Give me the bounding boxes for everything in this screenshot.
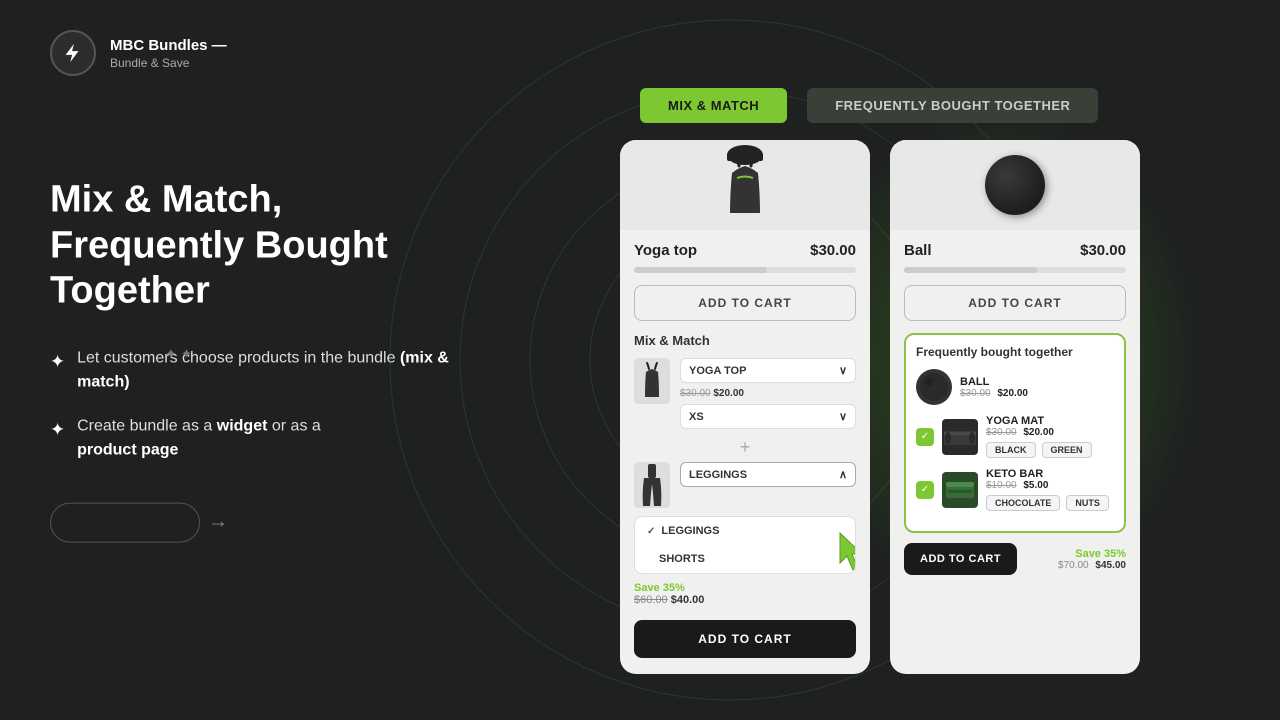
fbt-yoga-mat-img <box>942 419 978 455</box>
fbt-card: Ball $30.00 ADD TO CART Frequently bough… <box>890 140 1140 674</box>
ball-progress-fill <box>904 267 1037 273</box>
cursor-arrow-svg <box>825 528 856 573</box>
tab-mix-match[interactable]: MIX & MATCH <box>640 88 787 123</box>
arrow-pill <box>50 502 200 542</box>
yoga-top-progress-fill <box>634 267 767 273</box>
fbt-yoga-mat-variants: BLACK GREEN <box>986 442 1114 458</box>
header: MBC Bundles — Bundle & Save <box>50 30 227 76</box>
fbt-tag-chocolate[interactable]: CHOCOLATE <box>986 495 1060 511</box>
fbt-total-prices: $70.00 $45.00 <box>1058 560 1126 571</box>
bundle-item-yoga-top: YOGA TOP ∨ $30.00 $20.00 XS ∨ <box>620 358 870 429</box>
fbt-ball-img <box>916 369 952 405</box>
bottom-arrow: → <box>50 502 470 542</box>
brand-tagline: Bundle & Save <box>110 56 227 70</box>
plus-divider: + <box>620 437 870 458</box>
ball-price: $30.00 <box>1080 242 1126 259</box>
fbt-ball-info: BALL $30.00 $20.00 <box>960 376 1114 399</box>
fbt-item-yoga-mat: ✓ YOGA MAT $30.00 $20.00 <box>916 415 1114 458</box>
feature-text-1: Let customers choose products in the bun… <box>77 346 470 394</box>
fbt-save-info: Save 35% $70.00 $45.00 <box>1058 548 1126 571</box>
fbt-add-cart-button[interactable]: ADD TO CART <box>904 543 1017 575</box>
ball-progress <box>904 267 1126 273</box>
fbt-card-body: Ball $30.00 <box>890 230 1140 273</box>
yoga-top-dropdown[interactable]: YOGA TOP ∨ <box>680 358 856 383</box>
yoga-top-price: $30.00 <box>810 242 856 259</box>
cards-container: Yoga top $30.00 ADD TO CART Mix & Match … <box>620 140 1140 674</box>
fbt-yoga-mat-prices: $30.00 $20.00 <box>986 427 1114 438</box>
fbt-ball-prices: $30.00 $20.00 <box>960 388 1114 399</box>
fbt-keto-bar-prices: $10.00 $5.00 <box>986 480 1114 491</box>
fbt-section: Frequently bought together BALL $30.00 $… <box>904 333 1126 533</box>
fbt-yoga-mat-info: YOGA MAT $30.00 $20.00 BLACK GREEN <box>986 415 1114 458</box>
yoga-top-price-row: $30.00 $20.00 <box>680 388 856 399</box>
brand-name: MBC Bundles — <box>110 36 227 56</box>
save-label: Save 35% <box>634 582 856 594</box>
fbt-ball-name: BALL <box>960 376 1114 388</box>
ball-name: Ball <box>904 242 932 259</box>
yoga-top-size-dropdown[interactable]: XS ∨ <box>680 404 856 429</box>
fbt-tag-green[interactable]: GREEN <box>1042 442 1092 458</box>
mix-match-section-label: Mix & Match <box>620 333 870 348</box>
fbt-save-pct: Save 35% <box>1058 548 1126 560</box>
logo-circle <box>50 30 96 76</box>
fbt-keto-bar-img <box>942 472 978 508</box>
leggings-option[interactable]: LEGGINGS <box>635 517 855 545</box>
shorts-option[interactable]: SHORTS <box>635 545 855 573</box>
tab-fbt[interactable]: FREQUENTLY BOUGHT TOGETHER <box>807 88 1098 123</box>
leggings-dropdown[interactable]: LEGGINGS ∧ <box>680 462 856 487</box>
fbt-yoga-mat-name: YOGA MAT <box>986 415 1114 427</box>
yoga-top-name: Yoga top <box>634 242 697 259</box>
logo-text-block: MBC Bundles — Bundle & Save <box>110 36 227 70</box>
main-title: Mix & Match, Frequently Bought Together <box>50 178 470 315</box>
fbt-item-keto-bar: ✓ KETO BAR $10.00 $5.00 CHOCOLATE <box>916 468 1114 511</box>
feature-item-1: ✦ Let customers choose products in the b… <box>50 346 470 394</box>
feature-item-2: ✦ Create bundle as a widget or as aprodu… <box>50 414 470 462</box>
ball-img <box>985 155 1045 215</box>
chevron-down-icon: ∨ <box>839 364 847 377</box>
ball-add-cart-outline[interactable]: ADD TO CART <box>904 285 1126 321</box>
left-content: Mix & Match, Frequently Bought Together … <box>50 178 470 543</box>
yoga-top-add-cart-outline[interactable]: ADD TO CART <box>634 285 856 321</box>
fbt-tag-black[interactable]: BLACK <box>986 442 1036 458</box>
total-price-row: $60.00 $40.00 <box>634 594 856 606</box>
bundle-yoga-dropdowns: YOGA TOP ∨ $30.00 $20.00 XS ∨ <box>680 358 856 429</box>
fbt-keto-bar-variants: CHOCOLATE NUTS <box>986 495 1114 511</box>
mix-match-card: Yoga top $30.00 ADD TO CART Mix & Match … <box>620 140 870 674</box>
fbt-tag-nuts[interactable]: NUTS <box>1066 495 1109 511</box>
sparkle-icon-1: ✦ <box>50 348 65 375</box>
mix-match-card-body: Yoga top $30.00 <box>620 230 870 273</box>
bundle-yoga-top-img <box>634 358 670 404</box>
sparkle-icon-2: ✦ <box>50 416 65 443</box>
fbt-item-ball: BALL $30.00 $20.00 <box>916 369 1114 405</box>
yoga-top-image-area <box>620 140 870 230</box>
feature-list: ✦ Let customers choose products in the b… <box>50 346 470 462</box>
fbt-bottom: ADD TO CART Save 35% $70.00 $45.00 <box>890 543 1140 575</box>
leggings-dropdown-menu: LEGGINGS SHORTS <box>634 516 856 574</box>
feature-text-2: Create bundle as a widget or as aproduct… <box>77 414 321 462</box>
fbt-keto-bar-name: KETO BAR <box>986 468 1114 480</box>
bundle-item-leggings: LEGGINGS ∧ <box>620 462 870 508</box>
arrow-icon: → <box>208 511 228 534</box>
mix-match-add-cart-filled[interactable]: ADD TO CART <box>634 620 856 658</box>
yoga-top-svg <box>710 143 780 228</box>
fbt-header-row: Ball $30.00 <box>904 242 1126 259</box>
bundle-leggings-img <box>634 462 670 508</box>
chevron-up-icon: ∧ <box>839 468 847 481</box>
chevron-down-icon-size: ∨ <box>839 410 847 423</box>
bundle-leggings-dropdowns: LEGGINGS ∧ <box>680 462 856 487</box>
fbt-section-title: Frequently bought together <box>916 345 1114 359</box>
save-row: Save 35% $60.00 $40.00 <box>620 582 870 606</box>
small-sparkles: ✦ ✦ <box>165 345 192 362</box>
mix-match-header-row: Yoga top $30.00 <box>634 242 856 259</box>
fbt-yoga-mat-check[interactable]: ✓ <box>916 428 934 446</box>
fbt-keto-bar-info: KETO BAR $10.00 $5.00 CHOCOLATE NUTS <box>986 468 1114 511</box>
tabs-row: MIX & MATCH FREQUENTLY BOUGHT TOGETHER <box>640 88 1098 123</box>
fbt-keto-bar-check[interactable]: ✓ <box>916 481 934 499</box>
ball-image-area <box>890 140 1140 230</box>
yoga-top-progress <box>634 267 856 273</box>
